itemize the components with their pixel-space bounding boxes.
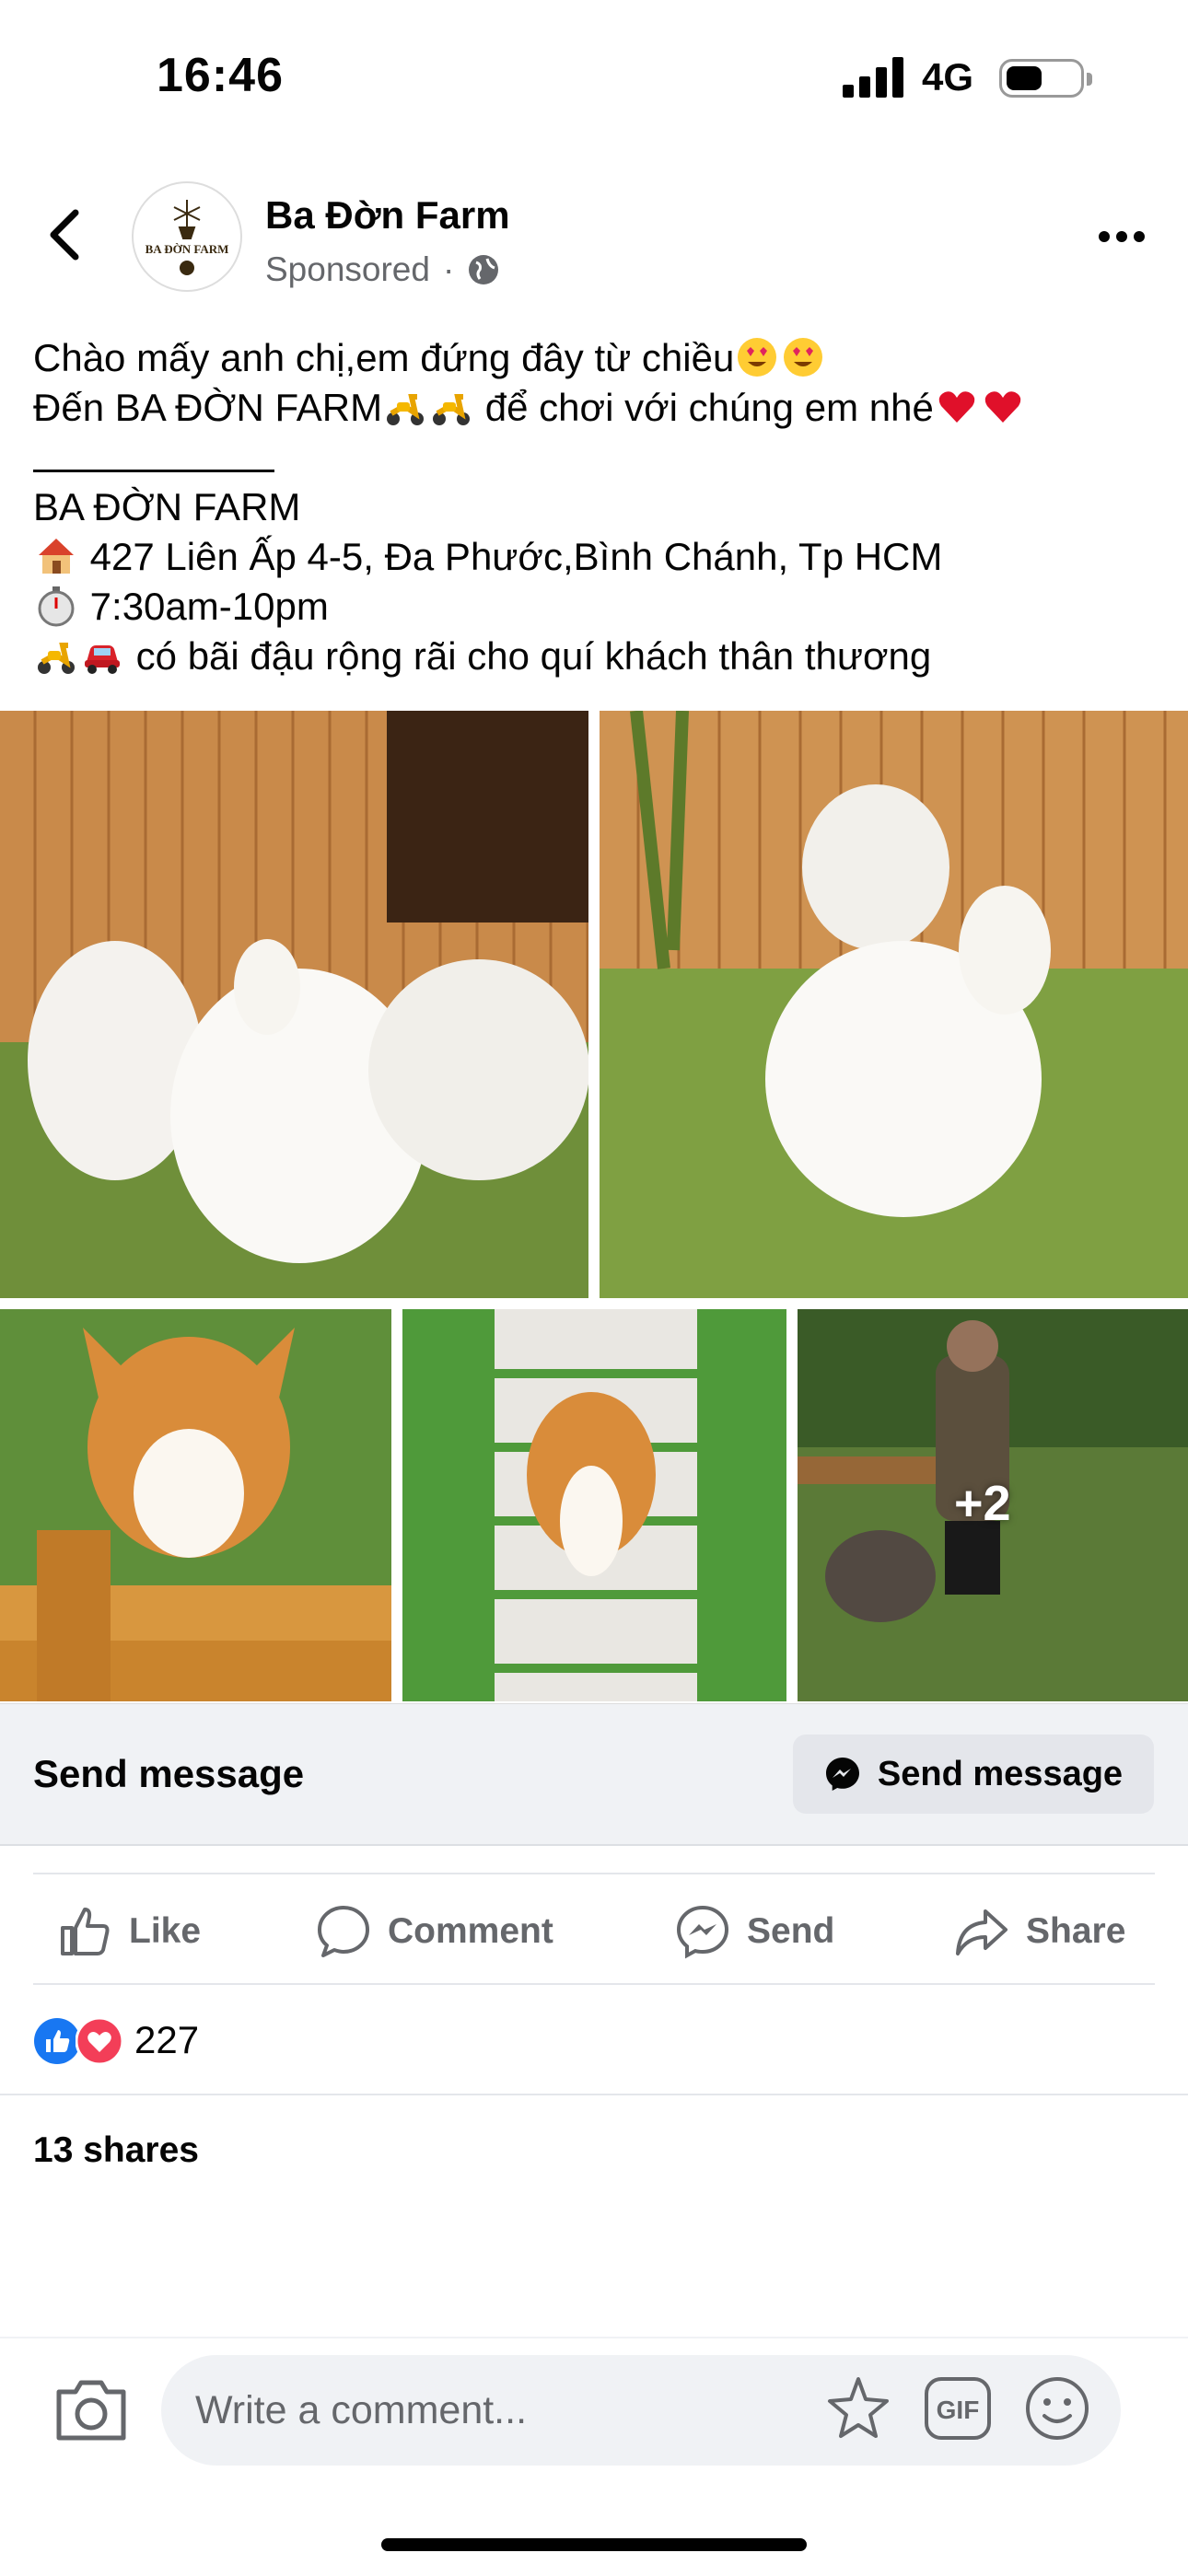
gif-icon[interactable]: GIF — [923, 2375, 993, 2442]
page-avatar[interactable]: BA ĐỜN FARM — [132, 181, 242, 292]
back-arrow-icon[interactable] — [46, 207, 83, 262]
scooter-emoji-icon — [387, 394, 425, 425]
reaction-count[interactable]: 227 — [134, 2018, 199, 2062]
emoji-icon[interactable] — [1024, 2375, 1090, 2442]
messenger-icon — [825, 1758, 859, 1791]
post-text: Chào mấy anh chị,em đứng đây từ chiều Đế… — [33, 333, 1157, 681]
heart-eyes-emoji-icon — [738, 338, 777, 377]
post-line-1: Chào mấy anh chị,em đứng đây từ chiều — [33, 333, 1157, 383]
status-time: 16:46 — [157, 49, 284, 102]
globe-icon — [469, 255, 499, 284]
goat-single-image — [600, 711, 1188, 1298]
farm-logo-icon: BA ĐỜN FARM — [146, 200, 229, 275]
sponsored-row: Sponsored · — [265, 250, 500, 289]
svg-text:GIF: GIF — [937, 2396, 980, 2424]
post-brand-line: BA ĐỜN FARM — [33, 485, 301, 528]
comment-bubble-icon — [318, 1906, 369, 1957]
photo-corgi-fence[interactable] — [0, 1309, 391, 1701]
camera-icon[interactable] — [53, 2373, 129, 2443]
post-address-line: 427 Liên Ấp 4-5, Đa Phước,Bình Chánh, Tp… — [33, 532, 1157, 582]
red-heart-emoji-icon — [984, 391, 1021, 423]
photo-goats-group[interactable] — [0, 711, 588, 1298]
heart-eyes-emoji-icon — [784, 338, 823, 377]
send-message-button[interactable]: Send message — [793, 1735, 1154, 1814]
send-message-button-label: Send message — [877, 1754, 1124, 1793]
post-parking-line: có bãi đậu rộng rãi cho quí khách thân t… — [33, 632, 1157, 681]
post-divider — [33, 433, 1157, 482]
stopwatch-emoji-icon — [38, 586, 75, 627]
photo-corgi-path[interactable] — [402, 1309, 786, 1701]
signal-icon — [843, 57, 903, 98]
shares-count[interactable]: 13 shares — [33, 2130, 199, 2171]
post-invite-b: để chơi với chúng em nhé — [474, 386, 934, 429]
post-hours-line: 7:30am-10pm — [33, 582, 1157, 632]
corgi-fence-image — [0, 1309, 391, 1701]
red-heart-emoji-icon — [938, 391, 975, 423]
page-name[interactable]: Ba Đờn Farm — [265, 193, 510, 238]
love-reaction-icon — [76, 2017, 123, 2065]
share-label: Share — [1026, 1911, 1126, 1951]
divider — [33, 1983, 1155, 1985]
like-reaction-icon — [34, 2018, 80, 2064]
send-button[interactable]: Send — [675, 1904, 834, 1959]
send-message-label: Send message — [33, 1752, 305, 1795]
like-button[interactable]: Like — [57, 1904, 201, 1959]
network-label: 4G — [922, 55, 974, 99]
reaction-icons[interactable] — [33, 2017, 123, 2065]
send-label: Send — [747, 1911, 835, 1951]
more-options-icon[interactable] — [1098, 230, 1146, 243]
thumbs-up-icon — [61, 1908, 110, 1955]
parking-text: có bãi đậu rộng rãi cho quí khách thân t… — [135, 634, 932, 678]
house-emoji-icon — [39, 539, 74, 574]
share-button[interactable]: Share — [954, 1904, 1125, 1959]
address-text: 427 Liên Ấp 4-5, Đa Phước,Bình Chánh, Tp… — [89, 535, 943, 578]
car-emoji-icon — [85, 645, 120, 674]
scooter-emoji-icon — [433, 394, 471, 425]
comment-label: Comment — [388, 1911, 553, 1951]
avatar-sticker-icon[interactable] — [822, 2373, 894, 2445]
home-indicator[interactable] — [381, 2538, 807, 2551]
scooter-emoji-icon — [38, 643, 75, 674]
battery-icon — [999, 59, 1092, 98]
photo-man-donkey[interactable]: +2 — [798, 1309, 1188, 1701]
comment-button[interactable]: Comment — [316, 1904, 553, 1959]
corgi-path-image — [402, 1309, 786, 1701]
messenger-outline-icon — [676, 1905, 729, 1959]
separator-dot: · — [442, 250, 455, 288]
hours-text: 7:30am-10pm — [89, 585, 329, 628]
comment-placeholder: Write a comment... — [195, 2388, 528, 2432]
share-arrow-icon — [956, 1909, 1007, 1955]
goats-group-image — [0, 711, 588, 1298]
post-line-2: Đến BA ĐỜN FARM để chơi với chúng em nhé — [33, 383, 1157, 433]
more-photos-count: +2 — [954, 1476, 1011, 1531]
divider — [0, 2094, 1188, 2095]
like-label: Like — [129, 1911, 202, 1951]
svg-text:BA ĐỜN FARM: BA ĐỜN FARM — [146, 242, 229, 256]
divider — [33, 1873, 1155, 1874]
photo-goat-single[interactable] — [600, 711, 1188, 1298]
post-greeting: Chào mấy anh chị,em đứng đây từ chiều — [33, 336, 735, 379]
post-invite-a: Đến BA ĐỜN FARM — [33, 386, 383, 429]
sponsored-label: Sponsored — [265, 250, 430, 288]
